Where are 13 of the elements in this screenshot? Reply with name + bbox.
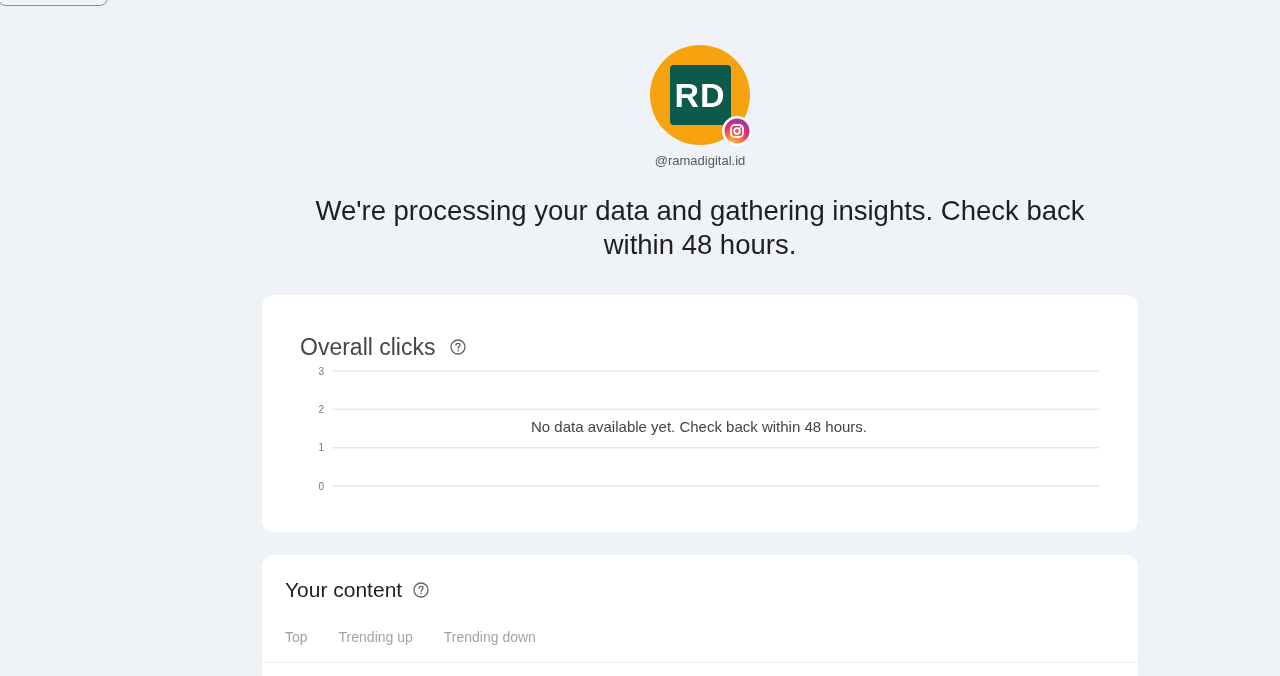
axis-tick-label: 0: [318, 480, 324, 492]
axis-tick-label: 2: [318, 403, 324, 415]
no-data-message: No data available yet. Check back within 48 hours.: [531, 418, 867, 435]
card-title: Overall clicks: [300, 335, 436, 359]
help-icon[interactable]: [413, 582, 430, 598]
camera-icon: [722, 116, 752, 146]
help-icon[interactable]: [450, 339, 467, 355]
axis-tick-label: 1: [318, 442, 324, 454]
avatar-initials: RD: [669, 65, 731, 125]
card-title: Your content: [285, 579, 403, 601]
axis-tick-label: 3: [318, 365, 324, 377]
status-headline: We're processing your data and gathering insights. Check back within 48 hours.: [314, 194, 1086, 262]
account-handle: @ramadigital.id: [654, 153, 746, 169]
